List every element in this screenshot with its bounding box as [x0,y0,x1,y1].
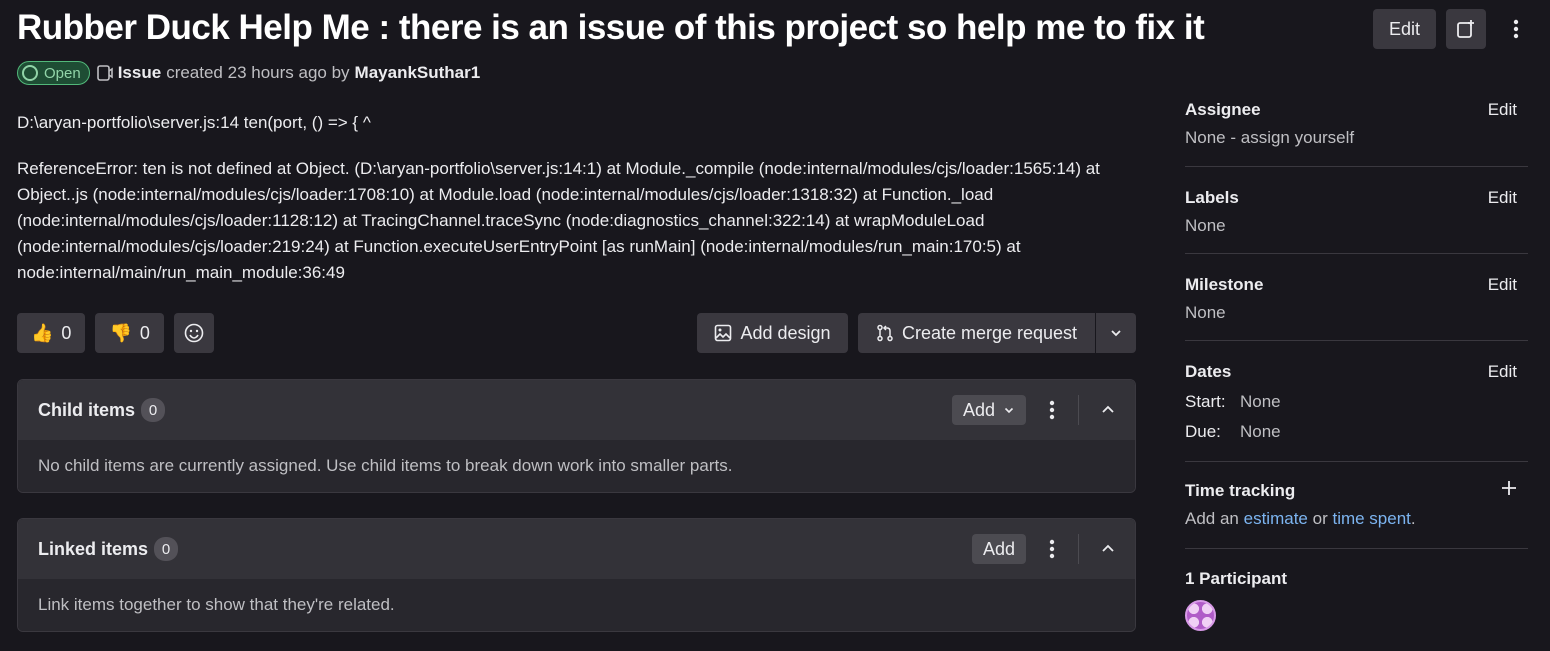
add-child-label: Add [962,399,995,420]
merge-request-group: Create merge request [858,313,1136,353]
author-link[interactable]: MayankSuthar1 [355,63,481,83]
create-merge-request-label: Create merge request [901,322,1078,343]
linked-items-title: Linked items [38,538,149,559]
linked-items-count: 0 [154,537,179,561]
linked-items-tools: Add [971,519,1123,579]
start-date-label: Start: [1185,392,1226,411]
assignee-edit-button[interactable]: Edit [1488,100,1517,120]
participants-label: 1 Participant [1185,569,1288,588]
labels-edit-button[interactable]: Edit [1488,188,1517,208]
add-child-item-button[interactable]: Add [951,395,1026,425]
avatar[interactable] [1185,600,1216,631]
thumbs-up-count: 0 [61,322,72,343]
time-tracking-help: Add an estimate or time spent. [1185,509,1528,529]
assignee-section: Assignee Edit None - assign yourself [1185,92,1528,167]
time-tracking-label: Time tracking [1185,481,1296,500]
divider [1078,395,1079,425]
milestone-section: Milestone Edit None [1185,254,1528,341]
description-line-2: ReferenceError: ten is not defined at Ob… [17,159,1100,282]
start-date-row: Start: None [1185,392,1528,412]
add-reaction-button[interactable] [173,313,214,353]
plus-icon [1502,481,1516,495]
child-items-tools: Add [951,380,1123,440]
child-items-card: Child items 0 Add No child items are cur… [17,379,1136,493]
chevron-down-icon [1111,330,1121,337]
thumbs-down-button[interactable]: 👎 0 [95,313,164,353]
open-status-icon [22,65,38,81]
linked-items-header: Linked items 0 Add [18,519,1135,579]
thumbs-down-count: 0 [139,322,150,343]
issue-description: D:\aryan-portfolio\server.js:14 ten(port… [17,110,1137,306]
due-date-value: None [1240,422,1281,441]
labels-label: Labels [1185,188,1239,207]
more-actions-button[interactable] [1496,9,1536,49]
thumbs-up-button[interactable]: 👍 0 [17,313,86,353]
time-spent-link[interactable]: time spent [1332,509,1410,528]
add-design-label: Add design [740,322,831,343]
issue-type-icon [96,65,113,81]
child-items-more-button[interactable] [1040,390,1064,430]
time-tracking-or: or [1312,509,1328,528]
time-tracking-prefix: Add an [1185,509,1239,528]
issue-actions: Add design Create merge request [697,313,1136,353]
new-item-icon [1457,20,1474,38]
collapse-linked-items-button[interactable] [1093,529,1123,569]
smiley-icon [184,323,204,343]
status-badge: Open [17,61,90,85]
divider [1078,534,1079,564]
labels-value: None [1185,216,1226,235]
estimate-link[interactable]: estimate [1244,509,1308,528]
add-time-entry-button[interactable] [1501,480,1517,501]
linked-items-more-button[interactable] [1040,529,1064,569]
child-items-count: 0 [141,398,166,422]
award-emoji-bar: 👍 0 👎 0 [17,313,214,353]
linked-items-card: Linked items 0 Add Link items together t… [17,518,1136,632]
participants-section: 1 Participant [1185,549,1528,631]
time-tracking-suffix: . [1410,509,1416,528]
child-items-empty-text: No child items are currently assigned. U… [18,440,1135,492]
due-date-row: Due: None [1185,422,1528,442]
image-icon [715,324,732,342]
add-design-button[interactable]: Add design [697,313,848,353]
linked-items-empty-text: Link items together to show that they're… [18,579,1135,631]
issue-sidebar: Assignee Edit None - assign yourself Lab… [1185,92,1528,631]
status-label: Open [44,64,81,82]
issue-type: Issue [117,63,162,82]
thumbs-up-icon: 👍 [31,322,54,343]
add-linked-item-button[interactable]: Add [971,534,1026,564]
kebab-icon [1513,19,1519,39]
kebab-icon [1049,539,1055,559]
merge-request-dropdown-toggle[interactable] [1096,313,1136,353]
new-related-item-button[interactable] [1446,9,1486,49]
milestone-value: None [1185,303,1226,322]
dates-section: Dates Edit Start: None Due: None [1185,341,1528,462]
dates-label: Dates [1185,362,1232,381]
assignee-label: Assignee [1185,100,1261,119]
edit-issue-button[interactable]: Edit [1373,9,1436,49]
child-items-header: Child items 0 Add [18,380,1135,440]
time-tracking-section: Time tracking Add an estimate or time sp… [1185,462,1528,549]
milestone-edit-button[interactable]: Edit [1488,275,1517,295]
collapse-child-items-button[interactable] [1093,390,1123,430]
description-line-1: D:\aryan-portfolio\server.js:14 ten(port… [17,113,371,132]
chevron-down-icon [1004,407,1014,414]
thumbs-down-icon: 👎 [109,322,132,343]
labels-section: Labels Edit None [1185,167,1528,254]
create-merge-request-button[interactable]: Create merge request [858,313,1095,353]
header-actions: Edit [1373,9,1536,49]
assignee-value[interactable]: None - assign yourself [1185,128,1528,148]
chevron-up-icon [1102,405,1114,413]
kebab-icon [1049,400,1055,420]
merge-request-icon [877,324,893,342]
created-text: created 23 hours ago by [166,63,350,82]
start-date-value: None [1240,392,1281,411]
issue-title: Rubber Duck Help Me : there is an issue … [17,8,1205,47]
milestone-label: Milestone [1185,275,1264,294]
issue-meta: Open Issue created 23 hours ago by Mayan… [17,61,480,85]
chevron-up-icon [1102,544,1114,552]
due-date-label: Due: [1185,422,1221,441]
child-items-title: Child items [38,399,136,420]
dates-edit-button[interactable]: Edit [1488,362,1517,382]
